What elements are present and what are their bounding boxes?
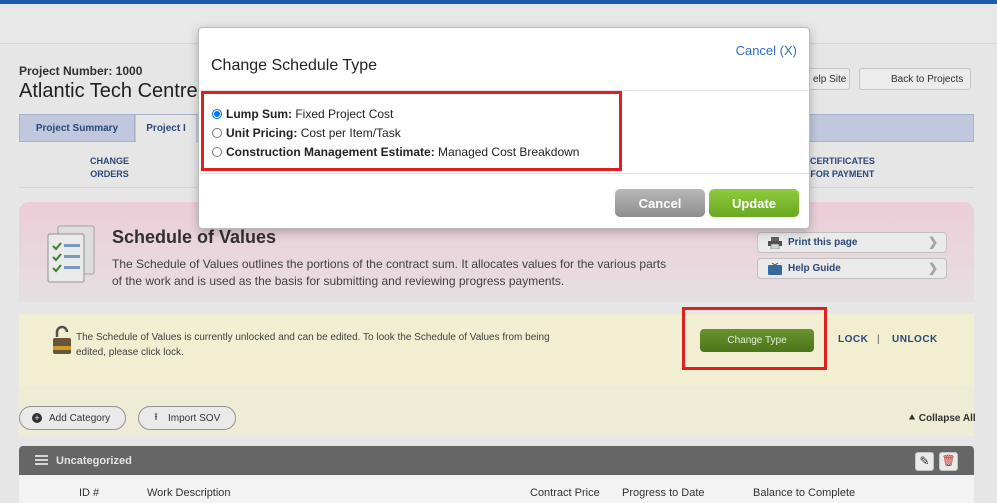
dialog-title: Change Schedule Type: [211, 57, 378, 74]
highlight-box-change-type: [682, 307, 827, 370]
highlight-box-options: [201, 91, 622, 171]
update-button[interactable]: Update: [709, 189, 799, 217]
close-dialog-link[interactable]: Cancel (X): [736, 43, 797, 58]
cancel-button[interactable]: Cancel: [615, 189, 705, 217]
divider: [199, 173, 809, 174]
